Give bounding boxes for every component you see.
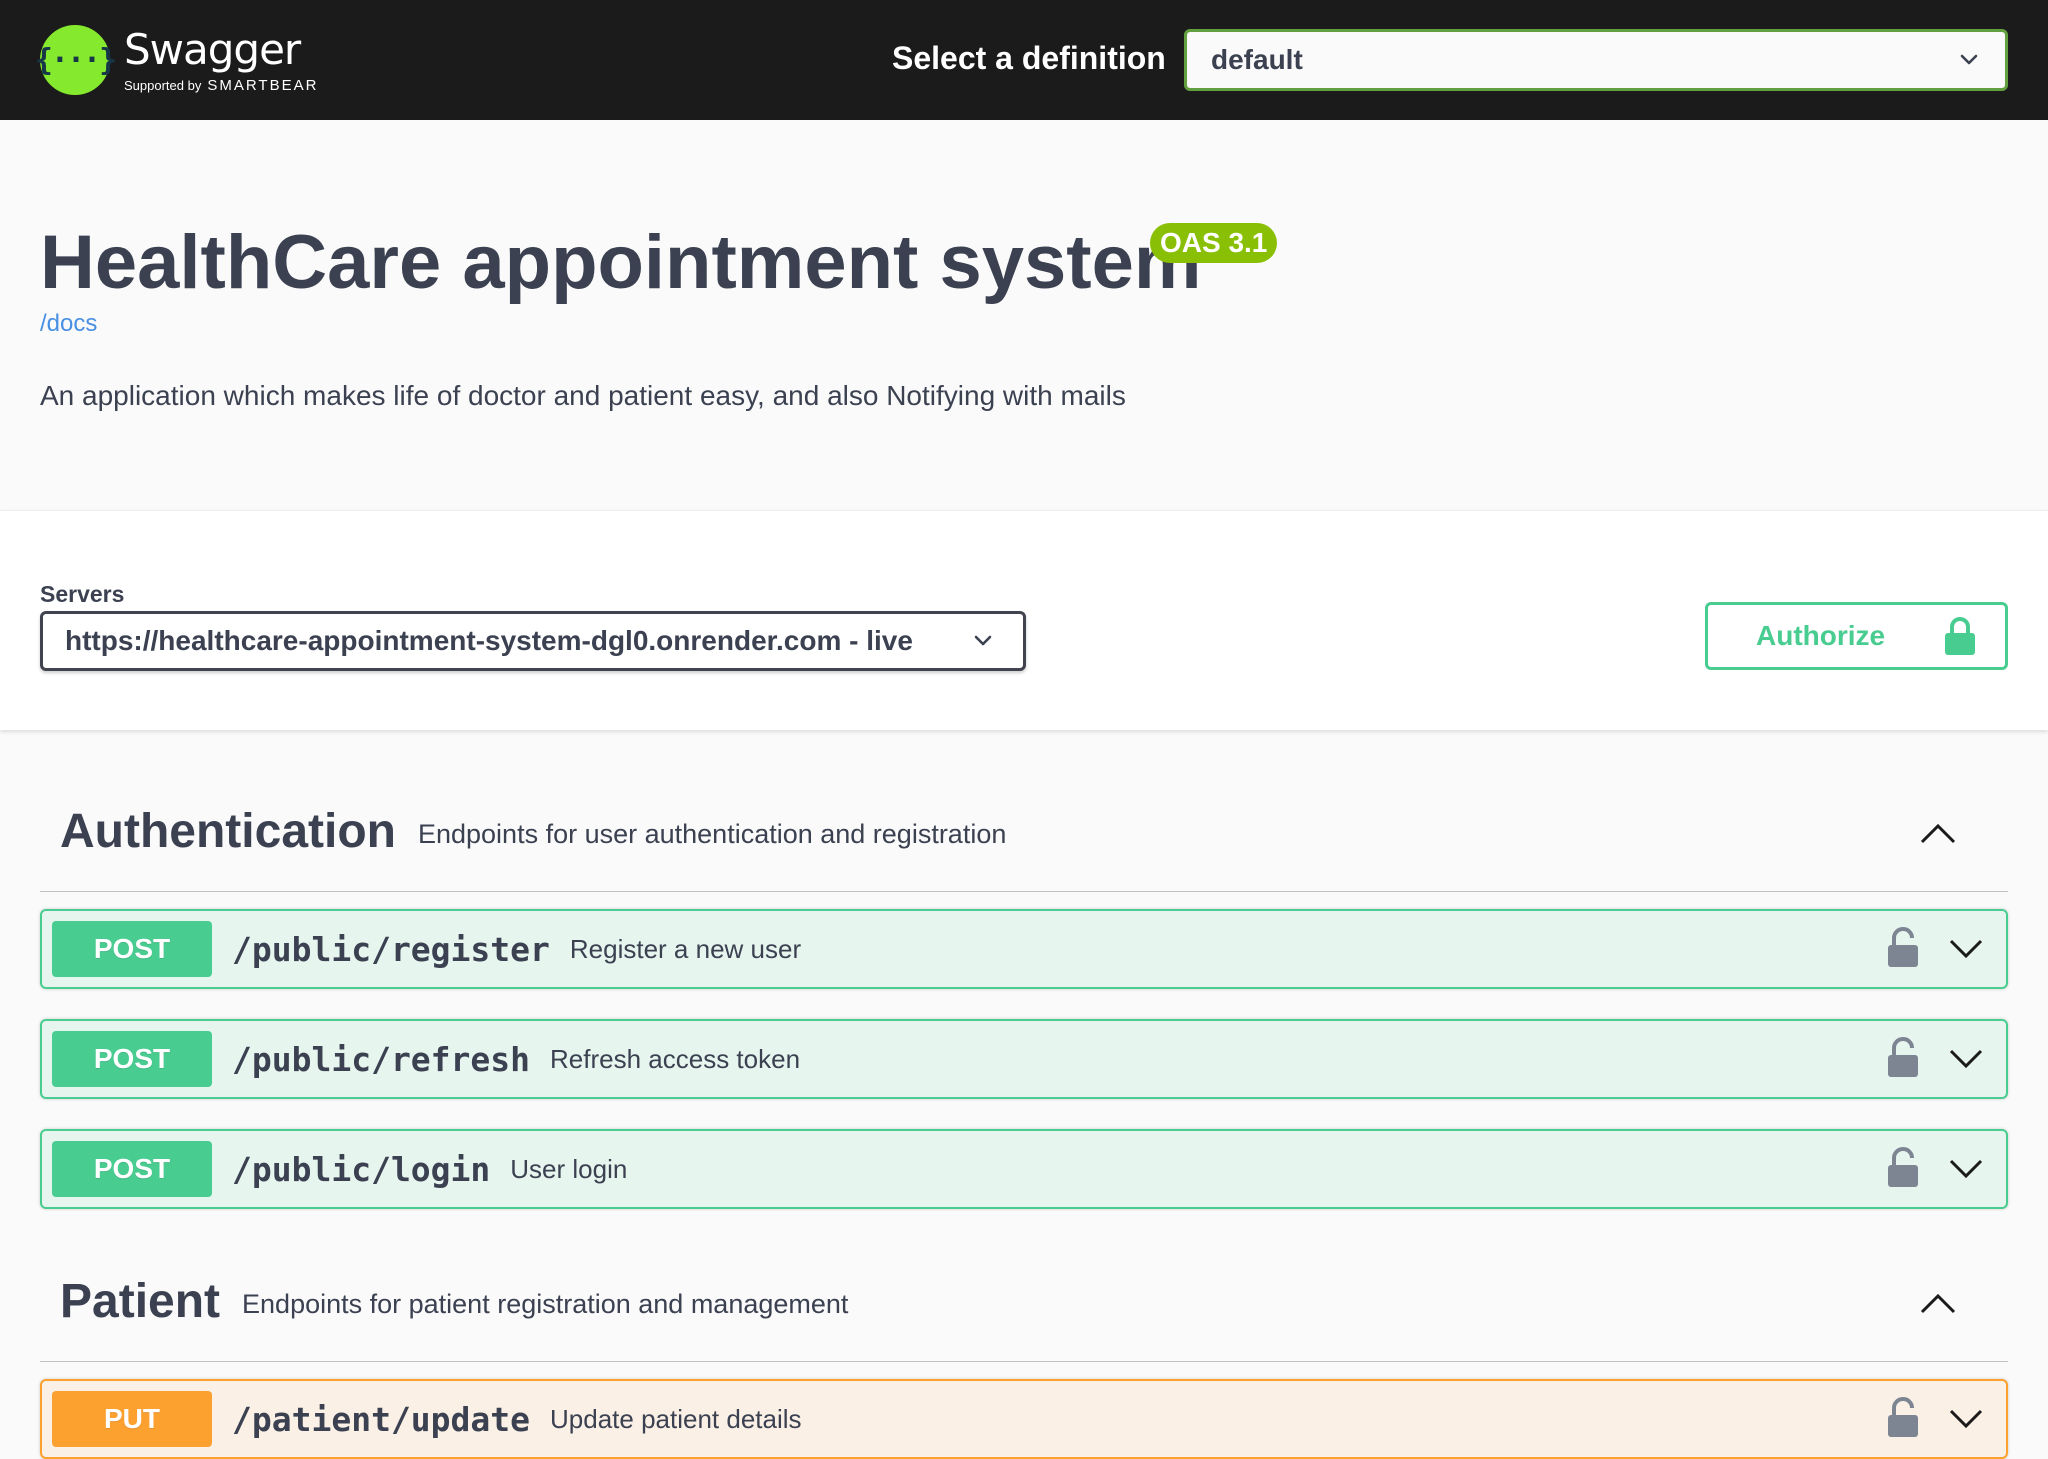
chevron-down-icon[interactable]: [1948, 1041, 1984, 1077]
logo-name: Swagger: [124, 24, 301, 74]
chevron-down-icon[interactable]: [1948, 1401, 1984, 1437]
chevron-up-icon[interactable]: [1918, 814, 1958, 854]
servers-label: Servers: [40, 581, 125, 607]
operation-summary: Update patient details: [550, 1403, 802, 1434]
definition-select[interactable]: default: [1184, 29, 2008, 91]
logo-subtitle: Supported by SMARTBEAR: [124, 77, 318, 94]
tag-patient[interactable]: Patient Endpoints for patient registrati…: [40, 1242, 2008, 1362]
lock-icon: [1945, 617, 1975, 655]
operation-summary: Register a new user: [569, 933, 802, 964]
lock-icon[interactable]: [1888, 1037, 1918, 1077]
chevron-down-icon: [1960, 54, 1978, 65]
docs-link[interactable]: /docs: [40, 310, 97, 338]
definition-value: default: [1211, 44, 1303, 75]
lock-icon[interactable]: [1888, 1147, 1918, 1187]
method-badge: POST: [52, 921, 212, 977]
operation-path: /public/register: [232, 929, 550, 969]
logo-brand: SMARTBEAR: [207, 76, 319, 94]
lock-icon[interactable]: [1888, 1397, 1918, 1437]
method-badge: POST: [52, 1141, 212, 1197]
tag-name: Authentication: [60, 805, 396, 858]
method-badge: POST: [52, 1031, 212, 1087]
authorize-button[interactable]: Authorize: [1705, 602, 2008, 670]
operation-path: /patient/update: [232, 1399, 531, 1439]
logo-text: Swagger Supported by SMARTBEAR: [124, 24, 318, 94]
swagger-logo-icon: {···}: [35, 25, 117, 95]
authorize-label: Authorize: [1756, 620, 1886, 651]
server-select[interactable]: https://healthcare-appointment-system-dg…: [40, 611, 1026, 671]
tag-description: Endpoints for patient registration and m…: [242, 1289, 849, 1319]
tag-authentication[interactable]: Authentication Endpoints for user authen…: [40, 772, 2008, 892]
tag-description: Endpoints for user authentication and re…: [417, 819, 1007, 849]
chevron-up-icon[interactable]: [1918, 1284, 1958, 1324]
operation-post-public-register[interactable]: POST /public/register Register a new use…: [40, 909, 2008, 989]
chevron-down-icon: [974, 635, 992, 646]
tag-name: Patient: [60, 1275, 221, 1328]
scheme-container: Servers https://healthcare-appointment-s…: [0, 510, 2048, 730]
chevron-down-icon[interactable]: [1948, 931, 1984, 967]
definition-label: Select a definition: [892, 40, 1166, 76]
server-value: https://healthcare-appointment-system-dg…: [65, 625, 913, 656]
operation-post-public-refresh[interactable]: POST /public/refresh Refresh access toke…: [40, 1019, 2008, 1099]
operation-post-public-login[interactable]: POST /public/login User login: [40, 1129, 2008, 1209]
method-badge: PUT: [52, 1391, 212, 1447]
operation-path: /public/login: [232, 1149, 491, 1189]
version-badge: OAS 3.1: [1150, 223, 1278, 263]
page-title: HealthCare appointment system: [40, 220, 1202, 305]
operation-summary: User login: [510, 1153, 628, 1184]
operation-path: /public/refresh: [232, 1039, 531, 1079]
operation-summary: Refresh access token: [550, 1043, 801, 1074]
logo-supported: Supported by: [124, 77, 202, 93]
operation-put-patient-update[interactable]: PUT /patient/update Update patient detai…: [40, 1379, 2008, 1459]
swagger-logo[interactable]: {···} Swagger Supported by SMARTBEAR: [35, 24, 318, 95]
api-description: An application which makes life of docto…: [40, 380, 1126, 411]
lock-icon[interactable]: [1888, 927, 1918, 967]
topbar: {···} Swagger Supported by SMARTBEAR Sel…: [0, 0, 2048, 120]
chevron-down-icon[interactable]: [1948, 1151, 1984, 1187]
info-section: [0, 120, 2048, 510]
